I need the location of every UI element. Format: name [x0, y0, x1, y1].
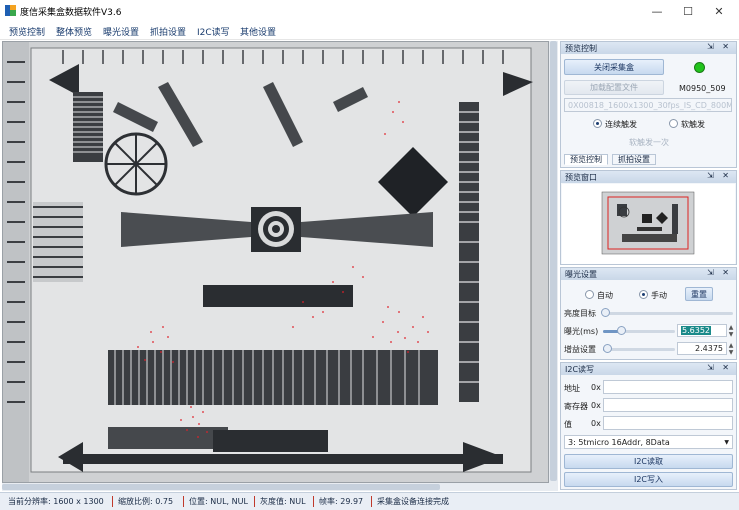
status-bar: 当前分辨率: 1600 x 1300 缩放比例: 0.75 位置: NUL, N… — [0, 492, 739, 510]
preview-window-panel: 预览窗口 ⇲ ✕ — [560, 170, 737, 265]
soft-trigger-radio[interactable] — [669, 119, 678, 128]
menu-capture-settings[interactable]: 抓拍设置 — [150, 25, 186, 38]
menu-bar: 预览控制 整体预览 曝光设置 抓拍设置 I2C读写 其他设置 — [0, 22, 739, 40]
address-input[interactable] — [603, 380, 733, 394]
status-resolution: 当前分辨率: 1600 x 1300 — [8, 497, 104, 506]
gain-setting-label: 增益设置 — [564, 345, 596, 354]
gain-value-field[interactable]: 2.4375 — [677, 342, 727, 355]
panel-title: 预览窗口 — [565, 173, 597, 182]
auto-exposure-radio[interactable] — [585, 290, 594, 299]
exposure-settings-panel: 曝光设置 ⇲ ✕ 自动 手动 重置 亮度目标 曝光(ms) 5.6352 ▲ ▼ … — [560, 267, 737, 360]
close-capture-box-button[interactable]: 关闭采集盒 — [564, 59, 664, 75]
exposure-value: 5.6352 — [681, 326, 711, 335]
exposure-slider[interactable] — [603, 330, 675, 333]
soft-trigger-once-button[interactable]: 软触发一次 — [629, 137, 669, 148]
continuous-trigger-radio[interactable] — [593, 119, 602, 128]
address-label: 地址 — [564, 384, 580, 393]
test-chart-image — [3, 42, 548, 482]
auto-exposure-label: 自动 — [597, 291, 613, 300]
horizontal-scrollbar[interactable] — [2, 483, 549, 491]
close-button[interactable]: ✕ — [704, 0, 734, 22]
panel-title: I2C读写 — [565, 365, 595, 374]
manual-exposure-radio[interactable] — [639, 290, 648, 299]
panel-float-close-icons[interactable]: ⇲ ✕ — [707, 363, 732, 372]
gain-slider-thumb[interactable] — [602, 344, 612, 353]
config-select[interactable]: 0X00818_1600x1300_30fps_IS_CD_800MHz... — [564, 98, 732, 112]
menu-other-settings[interactable]: 其他设置 — [240, 25, 276, 38]
status-fps: 帧率: 29.97 — [319, 497, 364, 506]
brightness-target-label: 亮度目标 — [564, 309, 596, 318]
app-icon — [5, 5, 16, 16]
panel-header: I2C读写 ⇲ ✕ — [561, 363, 736, 375]
panel-header: 预览控制 ⇲ ✕ — [561, 42, 736, 54]
status-indicator-icon — [694, 62, 705, 73]
minimize-button[interactable]: — — [642, 0, 672, 22]
register-input[interactable] — [603, 398, 733, 412]
panel-header: 曝光设置 ⇲ ✕ — [561, 268, 736, 280]
menu-overall-preview[interactable]: 整体预览 — [56, 25, 92, 38]
config-select-value: 0X00818_1600x1300_30fps_IS_CD_800MHz... — [568, 100, 732, 110]
load-config-button[interactable]: 加载配置文件 — [564, 80, 664, 95]
panel-float-close-icons[interactable]: ⇲ ✕ — [707, 42, 732, 51]
menu-i2c-rw[interactable]: I2C读写 — [197, 25, 230, 38]
horizontal-scroll-thumb[interactable] — [2, 484, 440, 490]
manual-exposure-label: 手动 — [651, 291, 667, 300]
gain-value: 2.4375 — [695, 344, 723, 353]
value-hex-prefix: 0x — [591, 419, 601, 428]
status-gray: 灰度值: NUL — [260, 497, 306, 506]
chevron-down-icon: ▼ — [724, 438, 729, 446]
gain-slider[interactable] — [603, 348, 675, 351]
exposure-ms-label: 曝光(ms) — [564, 327, 599, 336]
menu-exposure-settings[interactable]: 曝光设置 — [103, 25, 139, 38]
soft-trigger-label: 软触发 — [681, 120, 705, 129]
tab-preview-control[interactable]: 预览控制 — [564, 154, 608, 165]
exposure-spin-icon[interactable]: ▲ ▼ — [727, 324, 735, 338]
tab-capture-settings[interactable]: 抓拍设置 — [612, 154, 656, 165]
panel-float-close-icons[interactable]: ⇲ ✕ — [707, 268, 732, 277]
exposure-value-field[interactable]: 5.6352 — [677, 324, 727, 337]
brightness-slider-thumb[interactable] — [601, 308, 610, 317]
preview-control-panel: 预览控制 ⇲ ✕ 关闭采集盒 加载配置文件 M0950_509 0X00818_… — [560, 41, 737, 168]
status-position: 位置: NUL, NUL — [189, 497, 248, 506]
thumbnail-area — [562, 184, 735, 264]
i2c-rw-panel: I2C读写 ⇲ ✕ 地址 0x 寄存器 0x 值 0x 3: 5tmicro 1… — [560, 362, 737, 490]
status-message: 采集盒设备连接完成 — [377, 497, 449, 506]
gain-spin-icon[interactable]: ▲ ▼ — [727, 342, 735, 356]
maximize-button[interactable]: ☐ — [673, 0, 703, 22]
register-label: 寄存器 — [564, 402, 588, 411]
address-hex-prefix: 0x — [591, 383, 601, 392]
window-title: 度信采集盒数据软件V3.6 — [20, 8, 122, 18]
status-separator — [254, 496, 255, 507]
camera-image-view[interactable] — [2, 41, 549, 483]
i2c-write-button[interactable]: I2C写入 — [564, 472, 733, 487]
register-hex-prefix: 0x — [591, 401, 601, 410]
panel-title: 预览控制 — [565, 44, 597, 53]
reset-button[interactable]: 重置 — [685, 287, 713, 301]
i2c-mode-select[interactable]: 3: 5tmicro 16Addr, 8Data ▼ — [564, 435, 733, 449]
status-separator — [371, 496, 372, 507]
panel-header: 预览窗口 ⇲ ✕ — [561, 171, 736, 183]
device-id-label: M0950_509 — [679, 84, 726, 93]
i2c-mode-value: 3: 5tmicro 16Addr, 8Data — [568, 437, 670, 447]
status-zoom: 缩放比例: 0.75 — [118, 497, 174, 506]
vertical-scroll-thumb[interactable] — [550, 41, 557, 481]
vertical-scrollbar[interactable] — [549, 41, 558, 491]
brightness-slider[interactable] — [603, 312, 733, 315]
panel-title: 曝光设置 — [565, 270, 597, 279]
status-separator — [183, 496, 184, 507]
continuous-trigger-label: 连续触发 — [605, 120, 637, 129]
i2c-read-button[interactable]: I2C读取 — [564, 454, 733, 469]
status-separator — [112, 496, 113, 507]
value-input[interactable] — [603, 416, 733, 430]
title-bar: 度信采集盒数据软件V3.6 — ☐ ✕ — [0, 0, 739, 22]
panel-float-close-icons[interactable]: ⇲ ✕ — [707, 171, 732, 180]
status-separator — [313, 496, 314, 507]
menu-preview-control[interactable]: 预览控制 — [9, 25, 45, 38]
value-label: 值 — [564, 420, 572, 429]
exposure-slider-thumb[interactable] — [617, 326, 626, 335]
preview-thumbnail — [601, 191, 695, 255]
